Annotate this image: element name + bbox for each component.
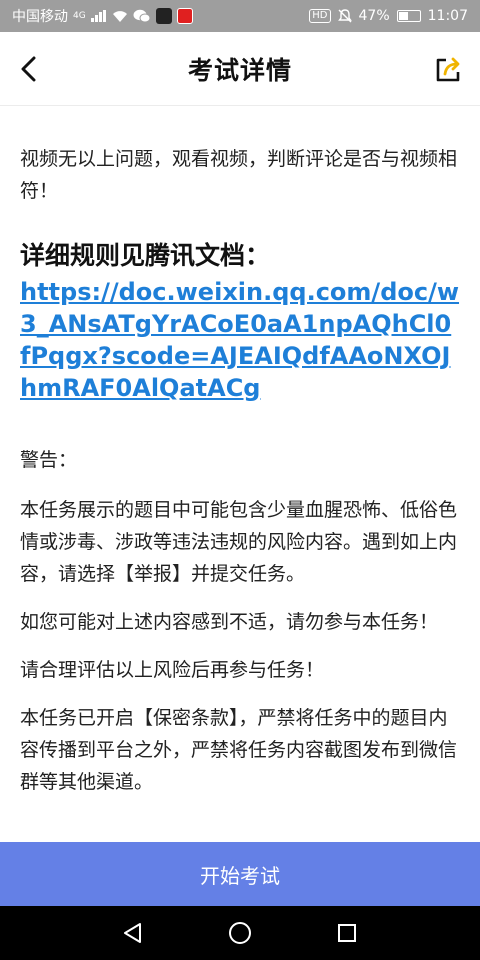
- app-notification-icon: [176, 8, 193, 24]
- confidentiality-paragraph: 本任务已开启【保密条款】，严禁将任务中的题目内容传播到平台之外，严禁将任务内容截…: [20, 707, 458, 793]
- triangle-back-icon: [124, 923, 142, 943]
- status-bar: 中国移动 4G HD 47% 11:07: [0, 0, 480, 32]
- header: 考试详情: [0, 32, 480, 106]
- chevron-left-icon: [21, 56, 36, 82]
- signal-icon: [90, 10, 107, 22]
- carrier-label: 中国移动: [12, 9, 68, 25]
- nav-recents-button[interactable]: [327, 913, 367, 953]
- status-left: 中国移动 4G: [12, 6, 193, 26]
- share-icon: [436, 57, 460, 82]
- rules-heading: 详细规则见腾讯文档：: [20, 241, 271, 270]
- share-button[interactable]: [434, 54, 464, 84]
- mute-icon: [337, 9, 352, 23]
- risk-assessment-paragraph: 请合理评估以上风险后再参与任务！: [20, 659, 325, 681]
- wifi-icon: [112, 10, 128, 23]
- nav-home-button[interactable]: [220, 913, 260, 953]
- clock: 11:07: [427, 8, 468, 24]
- battery-icon: [396, 10, 421, 22]
- page-title: 考试详情: [187, 55, 292, 85]
- circle-home-icon: [228, 922, 251, 944]
- exam-details-content[interactable]: 视频无以上问题，观看视频，判断评论是否与视频相符！ 详细规则见腾讯文档： htt…: [0, 107, 480, 842]
- nav-back-button[interactable]: [113, 913, 153, 953]
- start-exam-button[interactable]: 开始考试: [0, 842, 480, 906]
- system-nav-bar: [0, 906, 480, 960]
- wechat-icon: [133, 9, 151, 23]
- battery-percent: 47%: [358, 8, 390, 24]
- network-type: 4G: [73, 11, 86, 21]
- back-button[interactable]: [14, 54, 44, 84]
- warning-paragraph: 本任务展示的题目中可能包含少量血腥恐怖、低俗色情或涉毒、涉政等违法违规的风险内容…: [20, 499, 458, 585]
- hd-badge: HD: [309, 9, 331, 23]
- status-right: HD 47% 11:07: [309, 8, 468, 24]
- square-recents-icon: [337, 924, 356, 942]
- discomfort-paragraph: 如您可能对上述内容感到不适，请勿参与本任务！: [20, 611, 439, 633]
- qq-icon: [155, 8, 172, 24]
- intro-text: 视频无以上问题，观看视频，判断评论是否与视频相符！: [20, 148, 458, 202]
- battery-fill: [398, 12, 408, 20]
- warning-heading: 警告：: [20, 449, 78, 471]
- tencent-doc-link[interactable]: https://doc.weixin.qq.com/doc/w3_ANsATgY…: [20, 276, 460, 404]
